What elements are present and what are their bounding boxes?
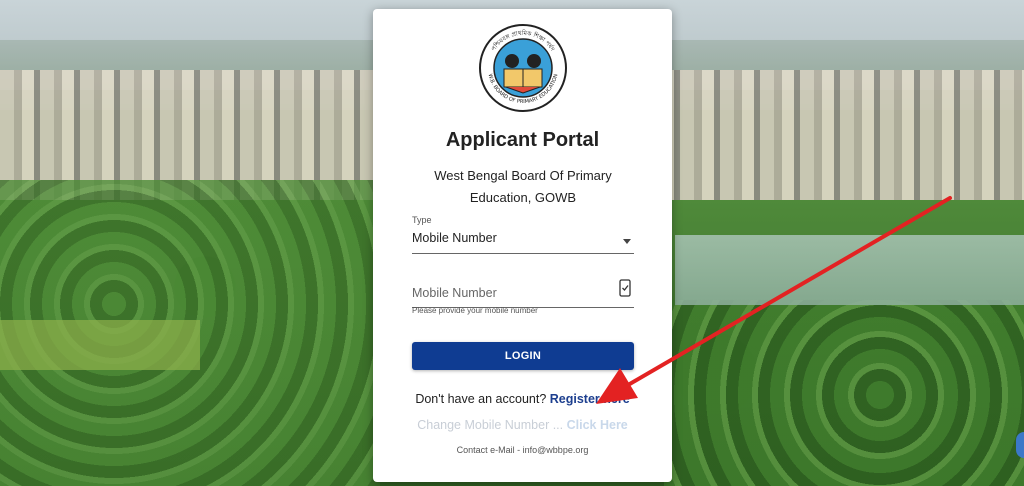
contact-email: Contact e-Mail - info@wbbpe.org (456, 445, 589, 455)
change-mobile-line: Change Mobile Number ... Click Here (373, 418, 672, 432)
phone-icon (618, 279, 632, 297)
wetland-water (675, 235, 1024, 305)
change-mobile-text: Change Mobile Number ... (417, 418, 564, 432)
register-prompt-line: Don't have an account? Register here (373, 392, 672, 406)
type-select[interactable]: Mobile Number (412, 229, 634, 254)
mobile-number-field (412, 279, 634, 308)
chevron-down-icon (623, 239, 631, 244)
page-subtitle: West Bengal Board Of Primary Education, … (434, 168, 612, 205)
login-card: পশ্চিমবঙ্গ প্রাথমিক শিক্ষা পর্ষদ W.B. BO… (373, 9, 672, 482)
register-prompt-text: Don't have an account? (415, 392, 547, 406)
type-field-label: Type (412, 215, 432, 225)
register-here-link[interactable]: Register here (550, 392, 630, 406)
tree-cover-right (664, 300, 1024, 486)
type-select-value: Mobile Number (412, 231, 497, 245)
login-button[interactable]: LOGIN (412, 342, 634, 370)
mobile-number-hint: Please provide your mobile number (412, 306, 538, 315)
board-emblem-logo: পশ্চিমবঙ্গ প্রাথমিক শিক্ষা পর্ষদ W.B. BO… (478, 23, 568, 113)
change-mobile-link[interactable]: Click Here (567, 418, 628, 432)
floating-widget-icon[interactable] (1016, 432, 1024, 458)
mobile-number-input[interactable] (412, 283, 602, 303)
grass-field (0, 320, 200, 370)
page-title: Applicant Portal (445, 129, 600, 151)
